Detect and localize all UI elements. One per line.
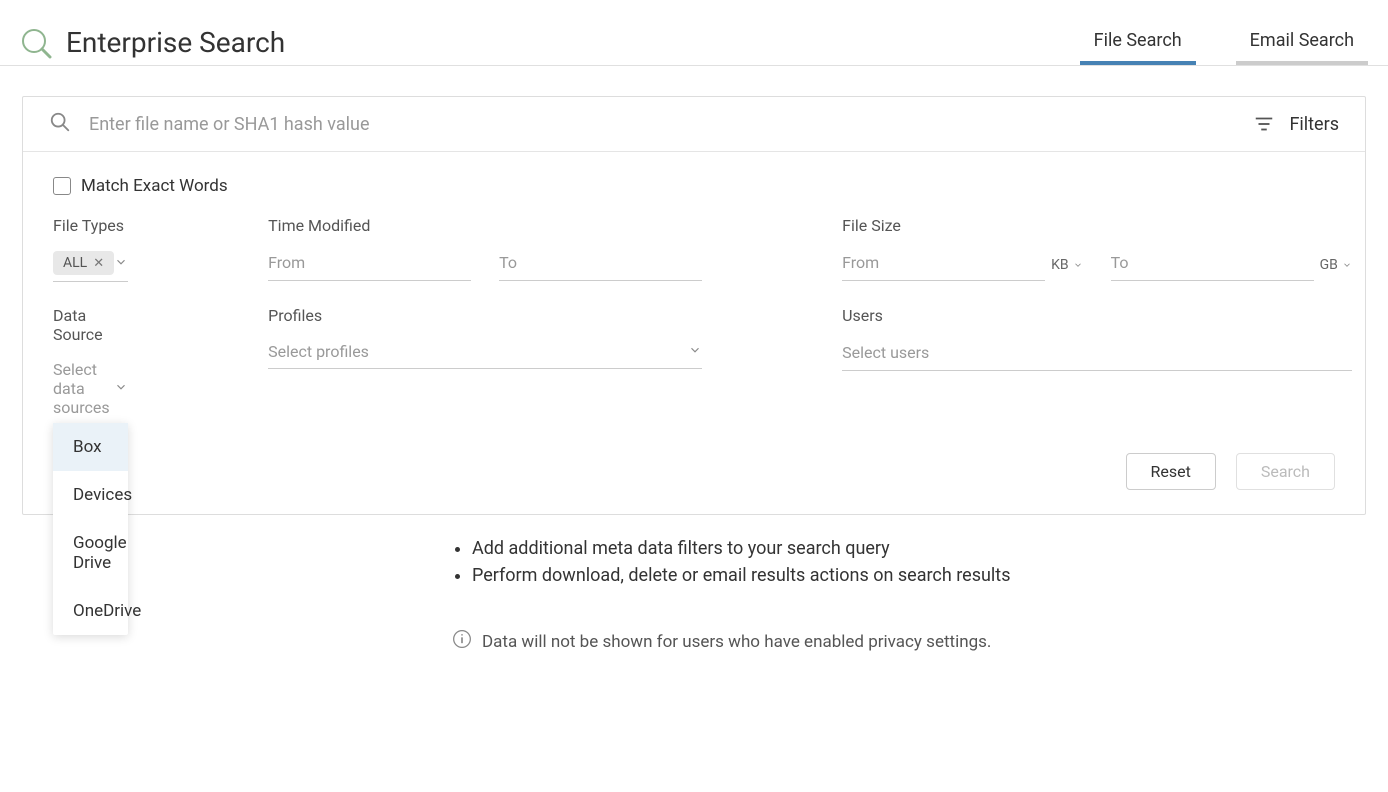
- profiles-select[interactable]: Select profiles: [268, 335, 702, 369]
- file-size-label: File Size: [842, 216, 1352, 235]
- chevron-down-icon[interactable]: [688, 342, 702, 361]
- info-bullet: Perform download, delete or email result…: [472, 562, 1366, 589]
- file-types-chip: ALL ✕: [53, 251, 114, 275]
- size-from-cell: KB: [842, 245, 1083, 281]
- time-to-input[interactable]: [499, 245, 702, 281]
- data-source-label: Data Source: [53, 306, 128, 344]
- main-content: Filters Match Exact Words File Types ALL…: [0, 66, 1388, 684]
- search-button[interactable]: Search: [1236, 453, 1335, 490]
- info-note-text: Data will not be shown for users who hav…: [482, 632, 991, 652]
- size-to-cell: GB: [1111, 245, 1352, 281]
- filter-time-modified: Time Modified: [268, 216, 702, 282]
- match-exact-row: Match Exact Words: [53, 176, 1335, 196]
- file-types-select[interactable]: ALL ✕: [53, 245, 128, 282]
- chevron-down-icon[interactable]: [114, 254, 128, 273]
- filters-toggle[interactable]: Filters: [1253, 113, 1339, 135]
- info-bullet: Add additional meta data filters to your…: [472, 535, 1366, 562]
- time-modified-label: Time Modified: [268, 216, 702, 235]
- data-source-select[interactable]: Select data sources Box Devices Google D…: [53, 354, 128, 425]
- search-input[interactable]: [89, 114, 1253, 135]
- filters-section: Match Exact Words File Types ALL ✕: [23, 152, 1365, 514]
- size-to-input[interactable]: [1111, 245, 1314, 281]
- filter-grid: File Types ALL ✕ Time Modified: [53, 216, 1335, 425]
- size-from-unit[interactable]: KB: [1051, 257, 1083, 281]
- data-source-placeholder: Select data sources: [53, 360, 114, 417]
- info-block: Add additional meta data filters to your…: [22, 535, 1366, 654]
- chip-label: ALL: [63, 255, 87, 271]
- chevron-down-icon: [1342, 260, 1352, 270]
- file-types-label: File Types: [53, 216, 128, 235]
- info-note-row: Data will not be shown for users who hav…: [452, 629, 1366, 654]
- app-title: Enterprise Search: [66, 26, 285, 59]
- search-logo-icon: [20, 27, 52, 59]
- filter-data-source: Data Source Select data sources Box Devi…: [53, 306, 128, 425]
- filter-file-types: File Types ALL ✕: [53, 216, 128, 282]
- filter-file-size: File Size KB GB: [842, 216, 1352, 282]
- profiles-placeholder: Select profiles: [268, 342, 369, 361]
- dropdown-item-box[interactable]: Box: [53, 423, 128, 471]
- time-range-row: [268, 245, 702, 281]
- size-from-input[interactable]: [842, 245, 1045, 281]
- dropdown-item-devices[interactable]: Devices: [53, 471, 128, 519]
- tab-email-search[interactable]: Email Search: [1236, 20, 1368, 65]
- info-list: Add additional meta data filters to your…: [472, 535, 1366, 589]
- button-row: Reset Search: [53, 453, 1335, 490]
- profiles-label: Profiles: [268, 306, 702, 325]
- dropdown-item-google-drive[interactable]: Google Drive: [53, 519, 128, 587]
- size-to-unit[interactable]: GB: [1320, 257, 1352, 281]
- app-logo: [20, 27, 52, 59]
- search-icon: [49, 111, 71, 137]
- size-range-row: KB GB: [842, 245, 1352, 281]
- users-label: Users: [842, 306, 1352, 325]
- tabs: File Search Email Search: [1080, 20, 1368, 65]
- filter-profiles: Profiles Select profiles: [268, 306, 702, 425]
- time-from-input[interactable]: [268, 245, 471, 281]
- filter-users: Users: [842, 306, 1352, 425]
- app-header: Enterprise Search File Search Email Sear…: [0, 0, 1388, 66]
- filter-icon: [1253, 113, 1275, 135]
- users-input[interactable]: [842, 335, 1352, 371]
- reset-button[interactable]: Reset: [1126, 453, 1216, 490]
- tab-file-search[interactable]: File Search: [1080, 20, 1196, 65]
- match-exact-label: Match Exact Words: [81, 176, 228, 196]
- search-panel: Filters Match Exact Words File Types ALL…: [22, 96, 1366, 515]
- filters-label: Filters: [1289, 114, 1339, 135]
- chip-remove-icon[interactable]: ✕: [93, 256, 104, 271]
- info-icon: [452, 629, 472, 654]
- match-exact-checkbox[interactable]: [53, 177, 71, 195]
- data-source-dropdown: Box Devices Google Drive OneDrive: [53, 423, 128, 635]
- dropdown-item-onedrive[interactable]: OneDrive: [53, 587, 128, 635]
- search-bar: Filters: [23, 97, 1365, 152]
- chevron-down-icon: [1073, 260, 1083, 270]
- chevron-down-icon[interactable]: [114, 379, 128, 398]
